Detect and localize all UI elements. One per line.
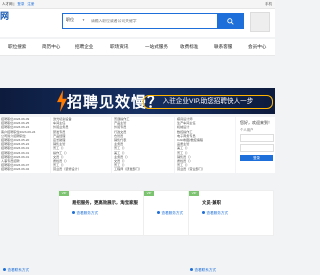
lightning-icon xyxy=(57,90,67,112)
search-input[interactable] xyxy=(91,14,214,28)
view-contact-link[interactable]: 查看联系方式 xyxy=(3,268,30,273)
job-list-c: 模具设计师 生产车间主任 机械设计 数控操作工 电子商务专员 CAD制图/数控编… xyxy=(175,117,235,173)
view-contact-link[interactable]: 查看服务方式 xyxy=(72,211,99,216)
nav-item-resume[interactable]: 简历中心 xyxy=(42,44,60,50)
main-nav: 职位搜索 简历中心 招聘企业 职场资讯 一站式服务 收费标准 联系客服 会员中心 xyxy=(0,39,275,56)
password-field[interactable] xyxy=(240,144,274,152)
view-contact-link[interactable]: 查看服务方式 xyxy=(157,211,184,216)
list-item[interactable]: 营业员（装修设计） xyxy=(51,167,111,171)
date-list: 招聘职位2023-06-09 招聘职位2023-06-25 招聘职位2023-0… xyxy=(0,117,50,173)
chevron-down-icon[interactable]: ▼ xyxy=(82,18,85,22)
search-category-select[interactable]: 职位 xyxy=(66,17,74,23)
list-item[interactable]: 招聘职位2023-06-02 xyxy=(0,167,50,171)
nav-item-member[interactable]: 会员中心 xyxy=(248,44,266,50)
view-contact-link[interactable]: 查看联系方式 xyxy=(190,268,217,273)
register-link[interactable]: 注册 xyxy=(27,2,34,6)
login-button[interactable]: 登录 xyxy=(240,155,273,161)
nav-item-job-search[interactable]: 职位搜索 xyxy=(8,44,26,50)
card-title[interactable]: 文员·兼职 xyxy=(202,200,221,206)
topbar-greeting: 人才网 | 登录 注册 xyxy=(2,2,34,7)
promo-banner[interactable]: 招聘见效慢？ 入驻企业VIP,助您招聘快人一步 xyxy=(0,88,275,114)
job-list-b: 普通操作工 产品主管 外贸专员 行政文员 仓管员 销售代表 业务员 普工（） 美… xyxy=(112,117,174,173)
qr-code-image xyxy=(250,12,270,32)
vip-badge: VIP xyxy=(144,191,154,196)
list-item[interactable]: 营业员（营业部门） xyxy=(175,167,235,171)
vip-badge: VIP xyxy=(59,191,69,196)
banner-pill: 入驻企业VIP,助您招聘快人一步 xyxy=(143,95,273,109)
username-field[interactable] xyxy=(240,134,274,142)
site-logo[interactable]: 网 xyxy=(0,9,10,22)
login-panel: 您好，欢迎来到！ 个人用户 登录 xyxy=(236,117,275,173)
job-list-a: 激光切割设备 车间主任 外贸业务员 研发专员 产品经理 店长助理 销售主管 普工… xyxy=(51,117,111,173)
vip-card[interactable]: VIP 查看服务方式 xyxy=(143,190,189,236)
card-title[interactable]: 易招服务，更高效展示，淘宝家服 xyxy=(72,200,138,206)
search-icon xyxy=(226,17,234,25)
nav-item-companies[interactable]: 招聘企业 xyxy=(75,44,93,50)
mobile-link[interactable]: 手机 xyxy=(265,2,272,7)
login-subtitle: 个人用户 xyxy=(240,128,254,132)
greeting-text: 人才网 | xyxy=(2,1,15,6)
nav-item-support[interactable]: 联系客服 xyxy=(214,44,232,50)
view-contact-link[interactable]: 查看服务方式 xyxy=(202,211,229,216)
vip-badge: VIP xyxy=(189,191,199,196)
search-button[interactable] xyxy=(217,13,243,29)
nav-item-pricing[interactable]: 收费标准 xyxy=(180,44,198,50)
list-item[interactable]: 工程师（研发部门） xyxy=(112,167,174,171)
top-bar: 人才网 | 登录 注册 手机 xyxy=(0,0,275,9)
search-box: 职位 ▼ xyxy=(62,13,244,29)
login-link[interactable]: 登录 xyxy=(17,2,24,6)
nav-item-one-stop[interactable]: 一站式服务 xyxy=(145,44,168,50)
vip-card[interactable]: VIP 易招服务，更高效展示，淘宝家服 查看服务方式 xyxy=(58,190,144,236)
login-title: 您好，欢迎来到！ xyxy=(240,120,272,125)
nav-item-news[interactable]: 职场资讯 xyxy=(110,44,128,50)
vip-card[interactable]: VIP 文员·兼职 查看服务方式 xyxy=(188,190,274,236)
